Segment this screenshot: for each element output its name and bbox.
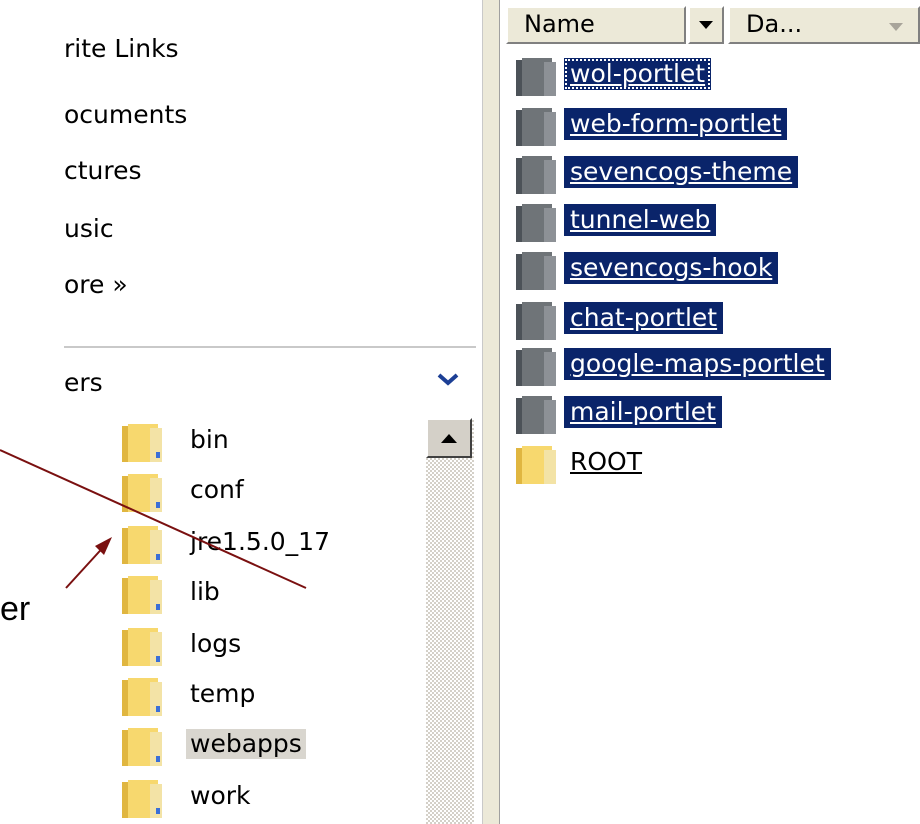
tree-item-label: conf [190, 475, 244, 504]
tree-item-bin[interactable]: bin [120, 418, 420, 466]
tree-item-label: lib [190, 577, 220, 606]
favorite-link-pictures[interactable]: ctures [64, 156, 142, 186]
navigation-pane: rite Links ocuments ctures usic ore » er… [0, 0, 482, 824]
folder-icon [122, 628, 162, 666]
favorite-link-documents[interactable]: ocuments [64, 100, 187, 130]
list-item-name: ROOT [570, 447, 642, 476]
pane-divider [64, 346, 476, 348]
favorite-link-favorite-links[interactable]: rite Links [64, 34, 179, 64]
chevron-down-icon[interactable] [436, 370, 460, 390]
list-item-name: tunnel-web [564, 204, 717, 236]
tree-item-jre[interactable]: jre1.5.0_17 [120, 520, 420, 568]
tree-scrollbar[interactable] [426, 418, 474, 824]
list-item-name: sevencogs-hook [564, 252, 779, 284]
list-item-name: mail-portlet [564, 396, 722, 428]
tree-item-label: logs [190, 629, 242, 658]
folder-icon [516, 156, 556, 194]
tree-item-label: work [190, 781, 251, 810]
folder-icon [122, 526, 162, 564]
tree-item-temp[interactable]: temp [120, 672, 420, 720]
folder-icon [516, 348, 556, 386]
column-header-label: Da... [746, 10, 803, 38]
folder-icon [516, 58, 556, 96]
folder-icon [122, 780, 162, 818]
folder-icon [122, 576, 162, 614]
favorite-link-more[interactable]: ore » [64, 270, 128, 300]
folder-icon [516, 204, 556, 242]
list-item-name: sevencogs-theme [564, 156, 799, 188]
folder-icon [122, 678, 162, 716]
folder-icon [516, 446, 556, 484]
tree-item-label: jre1.5.0_17 [190, 527, 330, 556]
tree-item-logs[interactable]: logs [120, 622, 420, 670]
tree-item-work[interactable]: work [120, 774, 420, 822]
tree-item-label: temp [190, 679, 256, 708]
scroll-up-button[interactable] [426, 418, 472, 458]
file-list-pane: Name Da... wol-portlet web-form-portlet [500, 0, 920, 824]
tree-item-label: webapps [186, 729, 306, 759]
tree-item-lib[interactable]: lib [120, 570, 420, 618]
dropdown-arrow-icon [889, 23, 903, 31]
tree-item-conf[interactable]: conf [120, 468, 420, 516]
column-header-name[interactable]: Name [506, 6, 686, 44]
arrow-up-icon [441, 434, 457, 443]
folder-icon [516, 252, 556, 290]
folders-header[interactable]: ers [64, 368, 103, 398]
column-dropdown-button[interactable] [688, 6, 724, 44]
annotation-label: er [0, 590, 31, 628]
favorite-link-music[interactable]: usic [64, 214, 114, 244]
tree-item-webapps[interactable]: webapps [120, 722, 420, 770]
list-item-name: wol-portlet [564, 58, 712, 90]
folder-icon [122, 728, 162, 766]
folder-icon [122, 474, 162, 512]
tree-item-label: bin [190, 425, 229, 454]
list-item-name: google-maps-portlet [564, 348, 831, 380]
list-item-name: web-form-portlet [564, 108, 788, 140]
folder-icon [516, 396, 556, 434]
folder-icon [516, 108, 556, 146]
list-item-name: chat-portlet [564, 302, 724, 334]
folder-icon [516, 302, 556, 340]
dropdown-arrow-icon [699, 21, 713, 29]
folder-icon [122, 424, 162, 462]
pane-splitter[interactable] [482, 0, 500, 824]
column-header-date[interactable]: Da... [728, 6, 920, 44]
